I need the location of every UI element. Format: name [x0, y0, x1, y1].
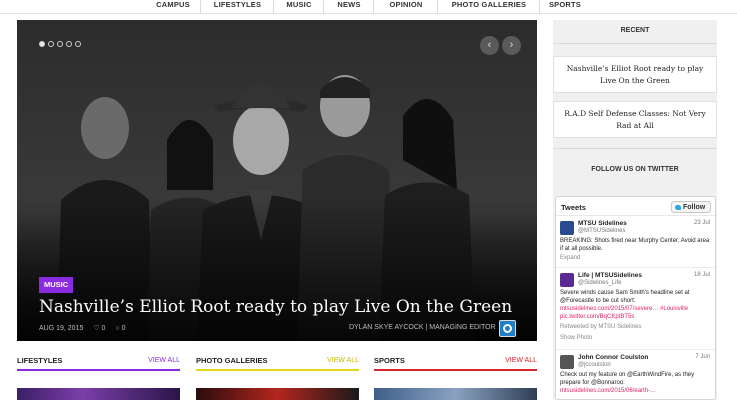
tweet-item[interactable]: MTSU Sidelines @MTSUSidelines 23 Jul BRE…: [556, 217, 715, 268]
slider-dot[interactable]: [66, 41, 72, 47]
section-title: PHOTO GALLERIES: [196, 356, 268, 365]
section-title: LIFESTYLES: [17, 356, 63, 365]
tweet-text: Check out my feature on @EarthWindFire, …: [560, 372, 695, 386]
top-nav: CAMPUS LIFESTYLES MUSIC NEWS OPINION PHO…: [0, 0, 737, 14]
recent-post-link[interactable]: R.A.D Self Defense Classes: Not Very Rad…: [553, 101, 717, 138]
tweet-author[interactable]: John Connor Coulston: [578, 354, 648, 361]
section-underline: [196, 369, 359, 371]
photo-galleries-thumbnail[interactable]: [196, 388, 359, 400]
expand-link[interactable]: Expand: [560, 255, 580, 261]
tweet-handle[interactable]: @Sidelines_Life: [578, 280, 621, 286]
nav-item-lifestyles[interactable]: LIFESTYLES: [206, 0, 269, 14]
author-byline[interactable]: DYLAN SKYE AYCOCK | MANAGING EDITOR: [349, 324, 496, 331]
nav-item-campus[interactable]: CAMPUS: [150, 0, 196, 14]
view-all-link[interactable]: VIEW ALL: [327, 357, 359, 364]
nav-divider: [273, 0, 274, 14]
sports-thumbnail[interactable]: [374, 388, 537, 400]
tweet-text: Severe winds cause Sam Smith's headline …: [560, 290, 690, 304]
tweet-date[interactable]: 23 Jul: [694, 220, 710, 226]
prev-arrow-icon[interactable]: ‹: [480, 36, 499, 55]
twitter-header: Tweets Follow: [556, 197, 715, 216]
tweet-handle[interactable]: @jccoulston: [578, 362, 611, 368]
nav-item-sports[interactable]: SPORTS: [545, 0, 585, 14]
tweet-item[interactable]: Life | MTSUSidelines @Sidelines_Life 18 …: [556, 269, 715, 350]
retweet-note: Retweeted by MTSU Sidelines: [560, 324, 642, 330]
post-date: AUG 19, 2015: [39, 325, 84, 332]
section-lifestyles: LIFESTYLES VIEW ALL: [17, 353, 180, 373]
tweet-handle[interactable]: @MTSUSidelines: [578, 228, 625, 234]
avatar[interactable]: [560, 355, 574, 369]
tweet-item[interactable]: John Connor Coulston @jccoulston 7 Jun C…: [556, 351, 715, 399]
divider: [553, 148, 717, 149]
page: CAMPUS LIFESTYLES MUSIC NEWS OPINION PHO…: [0, 0, 737, 400]
section-underline: [374, 369, 537, 371]
tweet-author[interactable]: MTSU Sidelines: [578, 220, 627, 227]
recent-heading: RECENT: [620, 27, 650, 34]
power-ring: [503, 324, 512, 333]
nav-item-photo-galleries[interactable]: PHOTO GALLERIES: [443, 0, 535, 14]
section-title: SPORTS: [374, 356, 405, 365]
nav-divider: [437, 0, 438, 14]
slider-dot[interactable]: [75, 41, 81, 47]
section-sports: SPORTS VIEW ALL: [374, 353, 537, 373]
nav-divider: [323, 0, 324, 14]
tweet-author[interactable]: Life | MTSUSidelines: [578, 272, 642, 279]
category-badge[interactable]: MUSIC: [39, 277, 74, 293]
tweet-date[interactable]: 18 Jul: [694, 272, 710, 278]
section-photo-galleries: PHOTO GALLERIES VIEW ALL: [196, 353, 359, 373]
tweet-date[interactable]: 7 Jun: [695, 354, 710, 360]
featured-meta: AUG 19, 2015 ♡ 0 ○ 0: [39, 324, 133, 332]
tweet-links[interactable]: mtsusidelines.com/2015/06/earth-…: [560, 387, 710, 395]
nav-divider: [200, 0, 201, 14]
avatar[interactable]: [560, 221, 574, 235]
band-photo: [17, 20, 537, 341]
nav-divider: [373, 0, 374, 14]
nav-item-music[interactable]: MUSIC: [279, 0, 319, 14]
view-all-link[interactable]: VIEW ALL: [148, 357, 180, 364]
tweet-links[interactable]: mtsusidelines.com/2015/07/severe… #Louis…: [560, 305, 710, 321]
divider: [553, 43, 717, 44]
tweet-text: BREAKING: Shots fired near Murphy Center…: [560, 238, 710, 252]
twitter-widget[interactable]: Tweets Follow MTSU Sidelines @MTSUSideli…: [555, 196, 716, 400]
avatar[interactable]: [560, 273, 574, 287]
slider-dot[interactable]: [39, 41, 45, 47]
featured-title[interactable]: Nashville’s Elliot Root ready to play Li…: [39, 296, 519, 318]
slider-dots: [39, 41, 81, 47]
slider-dot[interactable]: [57, 41, 63, 47]
nav-item-news[interactable]: NEWS: [329, 0, 369, 14]
nav-item-opinion[interactable]: OPINION: [379, 0, 433, 14]
nav-divider: [539, 0, 540, 14]
recent-post-link[interactable]: Nashville’s Elliot Root ready to play Li…: [553, 56, 717, 93]
follow-label: Follow: [683, 204, 706, 211]
tweets-title: Tweets: [561, 203, 586, 212]
follow-button[interactable]: Follow: [671, 201, 711, 213]
lifestyles-thumbnail[interactable]: [17, 388, 180, 400]
likes-count[interactable]: ♡ 0: [93, 325, 105, 332]
show-photo-link[interactable]: Show Photo: [560, 335, 592, 341]
view-all-link[interactable]: VIEW ALL: [505, 357, 537, 364]
next-arrow-icon[interactable]: ›: [502, 36, 521, 55]
twitter-heading: FOLLOW US ON TWITTER: [591, 166, 679, 173]
comments-count[interactable]: ○ 0: [115, 325, 125, 332]
section-underline: [17, 369, 180, 371]
featured-slider[interactable]: ‹ › MUSIC Nashville’s Elliot Root ready …: [17, 20, 537, 341]
slider-dot[interactable]: [48, 41, 54, 47]
power-icon[interactable]: [499, 320, 516, 337]
twitter-bird-icon: [675, 205, 681, 210]
